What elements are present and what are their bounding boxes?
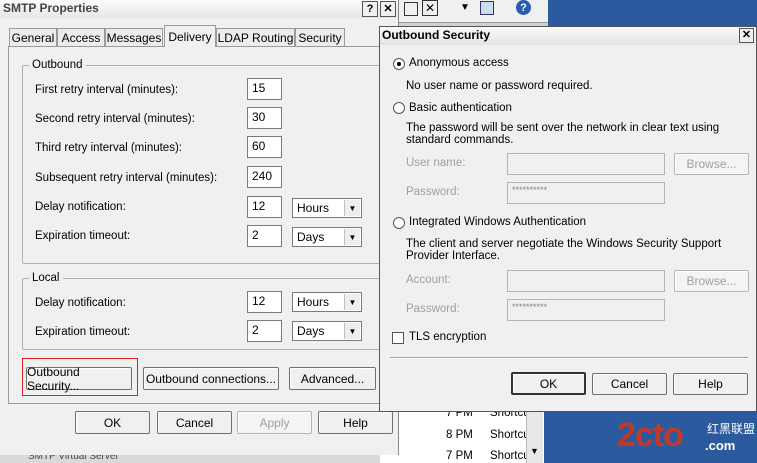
chevron-down-icon[interactable]: ▼ [344, 200, 360, 216]
list-item-name: Shortcu [490, 450, 530, 462]
account-password-input[interactable]: ********** [507, 299, 665, 321]
local-group-title: Local [29, 272, 63, 284]
close-button[interactable]: ✕ [380, 1, 396, 17]
scroll-down-icon[interactable]: ▼ [530, 446, 539, 456]
watermark-suffix: .com [705, 438, 736, 453]
integrated-auth-label[interactable]: Integrated Windows Authentication [409, 216, 586, 228]
chevron-down-icon[interactable]: ▼ [344, 294, 360, 310]
subsequent-retry-label: Subsequent retry interval (minutes): [35, 172, 218, 184]
chevron-down-icon[interactable]: ▼ [460, 2, 470, 13]
outbound-security-button[interactable]: Outbound Security... [26, 365, 132, 393]
basic-auth-label[interactable]: Basic authentication [409, 102, 512, 114]
outbound-expiration-input[interactable]: 2 [247, 225, 282, 247]
list-item-name: Shortcu [490, 429, 530, 441]
ok-button[interactable]: OK [75, 411, 150, 434]
dialog-cancel-button[interactable]: Cancel [592, 373, 667, 395]
anonymous-description: No user name or password required. [406, 80, 593, 92]
outbound-connections-button[interactable]: Outbound connections... [143, 367, 279, 390]
local-expiration-input[interactable]: 2 [247, 320, 282, 342]
tab-ldap-routing[interactable]: LDAP Routing [216, 28, 295, 46]
cancel-button[interactable]: Cancel [157, 411, 232, 434]
outbound-expiration-label: Expiration timeout: [35, 230, 131, 242]
subsequent-retry-input[interactable]: 240 [247, 166, 282, 188]
account-input[interactable] [507, 270, 665, 292]
help-button[interactable]: Help [318, 411, 393, 434]
local-expiration-unit-select[interactable]: Days ▼ [292, 321, 362, 341]
select-value: Days [297, 324, 325, 338]
dialog-divider [390, 357, 748, 359]
anonymous-radio[interactable] [393, 58, 405, 70]
tab-general[interactable]: General [9, 28, 57, 46]
account-browse-button[interactable]: Browse... [674, 270, 749, 292]
third-retry-input[interactable]: 60 [247, 136, 282, 158]
chevron-down-icon[interactable]: ▼ [344, 323, 360, 339]
user-name-input[interactable] [507, 153, 665, 175]
advanced-button[interactable]: Advanced... [289, 367, 376, 390]
apply-button[interactable]: Apply [237, 411, 312, 434]
first-retry-label: First retry interval (minutes): [35, 84, 179, 96]
local-delay-input[interactable]: 12 [247, 291, 282, 313]
local-delay-label: Delay notification: [35, 297, 126, 309]
outbound-delay-unit-select[interactable]: Hours ▼ [292, 198, 362, 218]
first-retry-input[interactable]: 15 [247, 78, 282, 100]
restore-icon[interactable] [404, 2, 418, 16]
third-retry-label: Third retry interval (minutes): [35, 142, 182, 154]
tab-messages[interactable]: Messages [105, 28, 163, 46]
help-button[interactable]: ? [362, 1, 378, 17]
password-label: Password: [406, 186, 460, 198]
dialog-help-button[interactable]: Help [673, 373, 748, 395]
tls-checkbox[interactable] [392, 332, 404, 344]
account-label: Account: [406, 274, 451, 286]
select-value: Hours [297, 295, 330, 309]
second-retry-label: Second retry interval (minutes): [35, 113, 195, 125]
chevron-down-icon[interactable]: ▼ [344, 229, 360, 245]
outbound-delay-input[interactable]: 12 [247, 196, 282, 218]
watermark-logo: 2cto .com 红黑联盟 [617, 416, 755, 460]
outbound-security-dialog: Outbound Security ✕ Anonymous access No … [379, 26, 757, 412]
tab-security[interactable]: Security [295, 28, 345, 46]
integrated-auth-radio[interactable] [393, 217, 405, 229]
outbound-group-title: Outbound [29, 59, 86, 71]
background-list: 7 PM Shortcu 8 PM Shortcu 7 PM Shortcu ▼ [380, 407, 544, 463]
background-blue-panel [548, 0, 757, 26]
basic-auth-description: The password will be sent over the netwo… [406, 122, 720, 146]
dialog-ok-button[interactable]: OK [511, 372, 586, 395]
close-button[interactable]: ✕ [739, 28, 754, 43]
browse-button[interactable]: Browse... [674, 153, 749, 175]
second-retry-input[interactable]: 30 [247, 107, 282, 129]
selected-row: SMTP Virtual Server [0, 451, 380, 463]
tab-delivery[interactable]: Delivery [164, 25, 216, 47]
local-expiration-label: Expiration timeout: [35, 326, 131, 338]
list-item-time: 7 PM [446, 450, 473, 462]
smtp-properties-window: SMTP Properties ? ✕ General Access Messa… [0, 0, 399, 455]
password-input[interactable]: ********** [507, 182, 665, 204]
list-scrollbar[interactable]: ▼ [526, 408, 543, 463]
select-value: Days [297, 230, 325, 244]
window-title: SMTP Properties [3, 1, 99, 15]
window-icon[interactable] [480, 1, 494, 15]
background-toolbar: ✕ ▼ ? [398, 0, 548, 23]
smtp-title-bar[interactable]: SMTP Properties ? ✕ [0, 0, 398, 18]
select-value: Hours [297, 201, 330, 215]
outbound-delay-label: Delay notification: [35, 201, 126, 213]
tls-label[interactable]: TLS encryption [409, 331, 486, 343]
help-icon[interactable]: ? [516, 0, 531, 15]
close-icon[interactable]: ✕ [422, 0, 438, 16]
outbound-expiration-unit-select[interactable]: Days ▼ [292, 227, 362, 247]
local-delay-unit-select[interactable]: Hours ▼ [292, 292, 362, 312]
integrated-auth-description: The client and server negotiate the Wind… [406, 238, 722, 262]
watermark-logo-text: 2cto [617, 416, 684, 454]
dialog-title: Outbound Security [382, 28, 490, 42]
user-name-label: User name: [406, 157, 466, 169]
anonymous-label[interactable]: Anonymous access [409, 57, 509, 69]
basic-auth-radio[interactable] [393, 102, 405, 114]
watermark-cn-text: 红黑联盟 [707, 422, 756, 436]
list-item-time: 8 PM [446, 429, 473, 441]
account-password-label: Password: [406, 303, 460, 315]
tab-access[interactable]: Access [57, 28, 105, 46]
dialog-title-bar[interactable]: Outbound Security ✕ [380, 27, 756, 45]
